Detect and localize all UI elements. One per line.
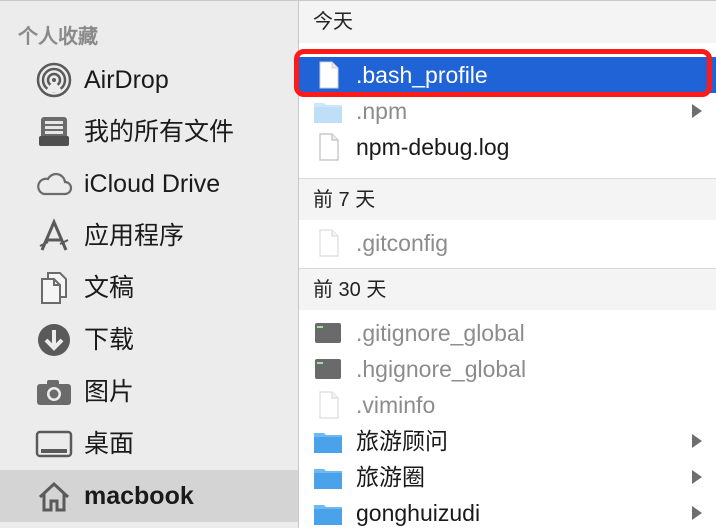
sidebar-item-all-files[interactable]: 我的所有文件 <box>0 106 298 158</box>
sidebar-item-airdrop[interactable]: AirDrop <box>0 54 298 106</box>
file-row-npm[interactable]: .npm <box>299 93 716 129</box>
airdrop-icon <box>34 62 74 98</box>
file-row-viminfo[interactable]: .viminfo <box>299 387 716 423</box>
file-row-gonghuizudi[interactable]: gonghuizudi <box>299 495 716 528</box>
file-row-gitconfig[interactable]: .gitconfig <box>299 225 716 261</box>
sidebar-item-label: 文稿 <box>84 274 135 302</box>
sidebar-item-label: 下载 <box>84 326 135 354</box>
file-row-hgignore-global[interactable]: .hgignore_global <box>299 351 716 387</box>
chevron-right-icon <box>692 506 702 520</box>
terminal-file-icon <box>313 354 343 384</box>
terminal-file-icon <box>313 318 343 348</box>
folder-icon <box>313 462 343 492</box>
file-row-travel-circle[interactable]: 旅游圈 <box>299 459 716 495</box>
file-icon <box>313 390 343 420</box>
section-header-today: 今天 <box>299 1 716 43</box>
sidebar: 个人收藏 AirDrop 我的所有文件 iCloud Drive 应用程序 文稿… <box>0 1 298 528</box>
sidebar-item-label: iCloud Drive <box>84 170 221 198</box>
sidebar-item-label: 应用程序 <box>84 222 185 250</box>
file-row-travel-advisor[interactable]: 旅游顾问 <box>299 423 716 459</box>
desktop-icon <box>34 426 74 462</box>
chevron-right-icon <box>692 434 702 448</box>
file-icon <box>313 228 343 258</box>
sidebar-item-applications[interactable]: 应用程序 <box>0 210 298 262</box>
file-list-pane: 今天 .bash_profile .npm npm-debug.log 前 7 … <box>299 1 716 528</box>
file-row-bash-profile[interactable]: .bash_profile <box>299 57 716 93</box>
all-files-icon <box>34 114 74 150</box>
sidebar-item-macbook[interactable]: macbook <box>0 470 298 522</box>
home-icon <box>34 478 74 514</box>
file-row-npm-debug-log[interactable]: npm-debug.log <box>299 129 716 165</box>
camera-icon <box>34 374 74 410</box>
file-icon <box>313 132 343 162</box>
file-row-gitignore-global[interactable]: .gitignore_global <box>299 315 716 351</box>
sidebar-item-downloads[interactable]: 下载 <box>0 314 298 366</box>
section-header-previous-30-days: 前 30 天 <box>299 268 716 310</box>
sidebar-item-label: 我的所有文件 <box>84 118 235 146</box>
sidebar-item-label: macbook <box>84 482 194 510</box>
finder-window: 个人收藏 AirDrop 我的所有文件 iCloud Drive 应用程序 文稿… <box>0 0 716 528</box>
download-icon <box>34 322 74 358</box>
documents-icon <box>34 270 74 306</box>
cloud-icon <box>34 166 74 202</box>
file-icon <box>313 60 343 90</box>
sidebar-header-favorites: 个人收藏 <box>18 26 98 48</box>
sidebar-item-label: 桌面 <box>84 430 135 458</box>
section-header-previous-7-days: 前 7 天 <box>299 178 716 220</box>
sidebar-item-pictures[interactable]: 图片 <box>0 366 298 418</box>
folder-icon <box>313 96 343 126</box>
sidebar-item-label: AirDrop <box>84 66 169 94</box>
applications-icon <box>34 218 74 254</box>
folder-icon <box>313 426 343 456</box>
sidebar-item-label: 图片 <box>84 378 135 406</box>
sidebar-item-documents[interactable]: 文稿 <box>0 262 298 314</box>
chevron-right-icon <box>692 104 702 118</box>
sidebar-item-desktop[interactable]: 桌面 <box>0 418 298 470</box>
sidebar-item-icloud-drive[interactable]: iCloud Drive <box>0 158 298 210</box>
chevron-right-icon <box>692 470 702 484</box>
folder-icon <box>313 498 343 528</box>
